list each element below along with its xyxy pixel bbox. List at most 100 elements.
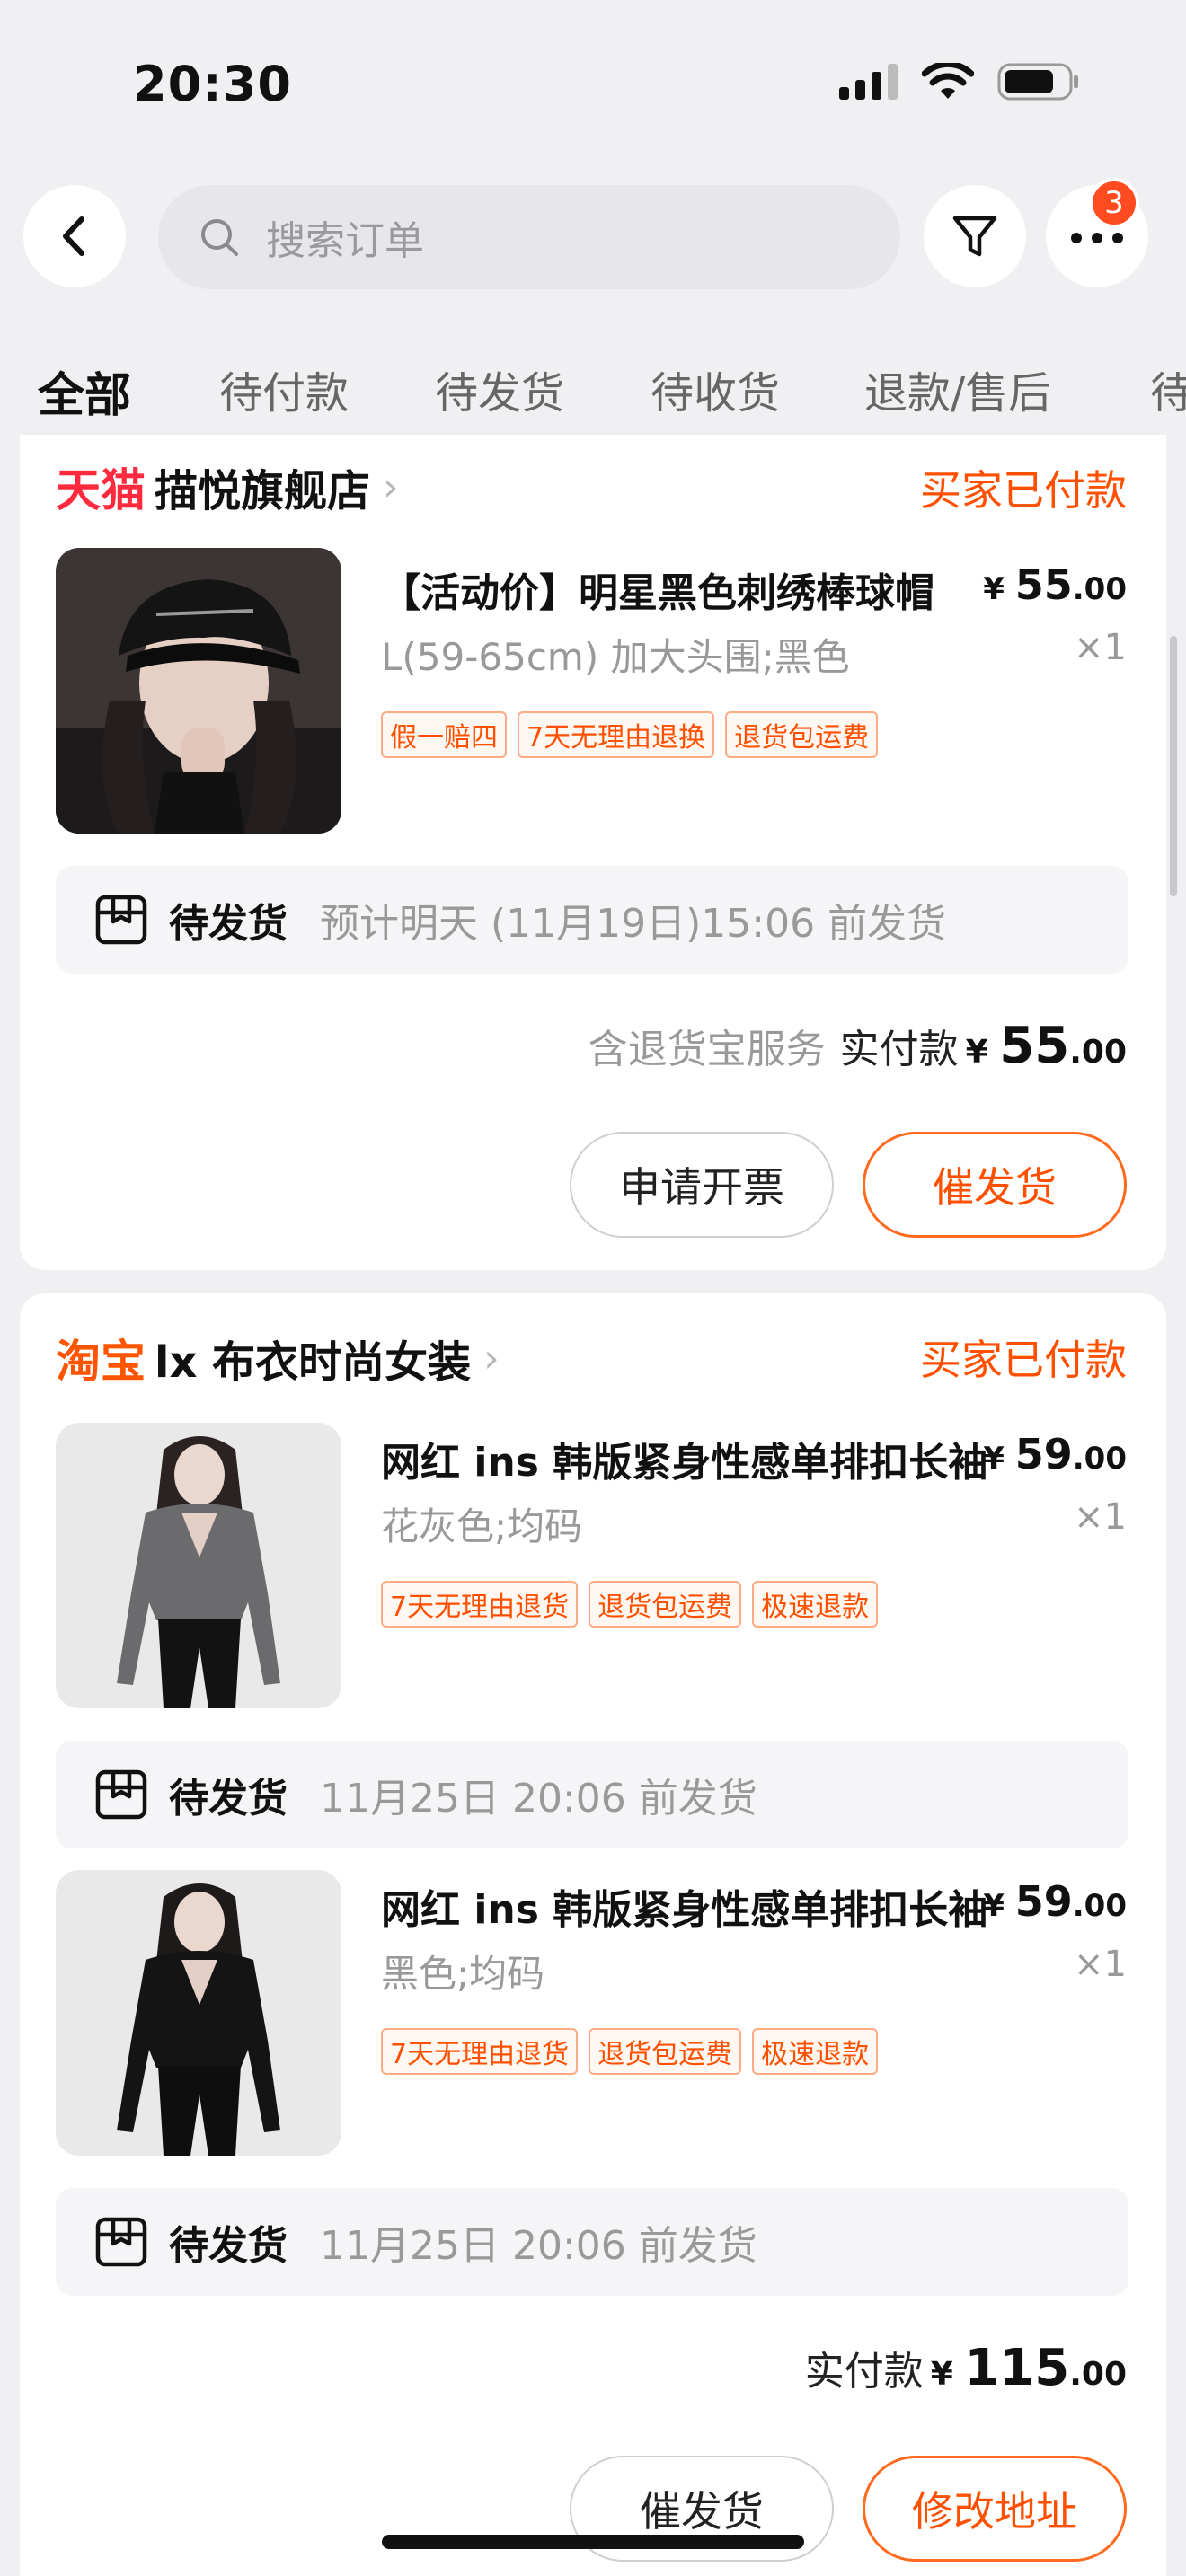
service-tag: 7天无理由退换 xyxy=(518,711,715,758)
service-tag: 7天无理由退货 xyxy=(381,1581,579,1628)
product-price: ¥ 59.00 xyxy=(983,1877,1127,1926)
product-image[interactable] xyxy=(56,1423,341,1708)
shipping-note: 预计明天 (11月19日)15:06 前发货 xyxy=(320,901,947,947)
price-decimal: .00 xyxy=(1072,571,1127,607)
order-card: 淘宝 lx 布衣时尚女装 › 买家已付款 网红 ins 韩版紧身性感单排扣长袖 … xyxy=(20,1293,1166,2576)
package-icon xyxy=(95,1769,147,1820)
payment-summary: 实付款 ¥ 115.00 xyxy=(805,2339,1127,2397)
payment-amount: ¥ 115.00 xyxy=(931,2339,1127,2397)
product-photo-black-top xyxy=(56,1870,341,2156)
payment-symbol: ¥ xyxy=(930,2356,953,2393)
tab-pending-payment[interactable]: 待付款 xyxy=(219,357,349,420)
shipping-status-box[interactable]: 待发货 11月25日 20:06 前发货 xyxy=(56,1741,1128,1848)
taobao-brand-label: 淘宝 xyxy=(56,1336,146,1388)
product-sku: 花灰色;均码 xyxy=(381,1504,583,1548)
price-symbol: ¥ xyxy=(983,571,1005,607)
tab-pending-receipt[interactable]: 待收货 xyxy=(651,357,780,420)
more-icon xyxy=(1071,233,1123,243)
scrollbar[interactable] xyxy=(1170,636,1177,896)
product-quantity: ×1 xyxy=(1074,1944,1127,1985)
product-title[interactable]: 【活动价】明星黑色刺绣棒球帽 xyxy=(381,560,992,618)
filter-icon xyxy=(952,216,997,257)
change-address-button[interactable]: 修改地址 xyxy=(863,2456,1127,2562)
product-title[interactable]: 网红 ins 韩版紧身性感单排扣长袖 xyxy=(381,1430,992,1487)
package-icon xyxy=(95,895,147,945)
service-tag: 极速退款 xyxy=(752,2028,879,2075)
tab-refund[interactable]: 退款/售后 xyxy=(864,357,1051,420)
service-tags: 假一赔四 7天无理由退换 退货包运费 xyxy=(381,711,879,758)
order-card: 天猫 描悦旗舰店 › 买家已付款 【活动价】明星黑色刺绣棒球帽 ¥ 55.00 … xyxy=(20,435,1166,1270)
home-indicator[interactable] xyxy=(382,2535,804,2549)
payment-decimal: .00 xyxy=(1069,2356,1127,2393)
service-tag: 假一赔四 xyxy=(381,711,507,758)
payment-label: 实付款 xyxy=(839,1027,959,1072)
service-tags: 7天无理由退货 退货包运费 极速退款 xyxy=(381,2028,879,2075)
payment-integer: 55 xyxy=(999,1017,1070,1075)
filter-button[interactable] xyxy=(924,185,1026,287)
product-photo-cap xyxy=(56,548,341,834)
shop-name: lx 布衣时尚女装 xyxy=(155,1337,472,1388)
shop-header[interactable]: 淘宝 lx 布衣时尚女装 › xyxy=(56,1326,500,1390)
request-invoice-button[interactable]: 申请开票 xyxy=(570,1132,834,1238)
order-status: 买家已付款 xyxy=(920,1336,1127,1384)
tab-more[interactable]: 待 xyxy=(1150,357,1186,420)
search-input[interactable]: 搜索订单 xyxy=(158,185,900,289)
product-quantity: ×1 xyxy=(1074,627,1127,668)
product-sku: L(59-65cm) 加大头围;黑色 xyxy=(381,635,850,679)
payment-amount: ¥ 55.00 xyxy=(966,1017,1127,1075)
service-tag: 7天无理由退货 xyxy=(381,2028,579,2075)
tab-pending-shipment[interactable]: 待发货 xyxy=(435,357,564,420)
product-photo-gray-top xyxy=(56,1423,341,1708)
product-price: ¥ 59.00 xyxy=(983,1430,1127,1478)
payment-symbol: ¥ xyxy=(965,1034,988,1071)
price-decimal: .00 xyxy=(1072,1441,1127,1477)
service-tag: 退货包运费 xyxy=(589,2028,742,2075)
product-quantity: ×1 xyxy=(1074,1496,1127,1538)
product-sku: 黑色;均码 xyxy=(381,1952,545,1996)
search-placeholder: 搜索订单 xyxy=(266,218,424,264)
urge-shipment-button[interactable]: 催发货 xyxy=(863,1132,1127,1238)
shipping-status-box[interactable]: 待发货 11月25日 20:06 前发货 xyxy=(56,2188,1128,2296)
price-decimal: .00 xyxy=(1072,1888,1127,1924)
service-tag: 极速退款 xyxy=(752,1581,879,1628)
product-image[interactable] xyxy=(56,548,341,834)
shop-header[interactable]: 天猫 描悦旗舰店 › xyxy=(56,454,399,519)
product-title[interactable]: 网红 ins 韩版紧身性感单排扣长袖 xyxy=(381,1877,992,1935)
shipping-status-box[interactable]: 待发货 预计明天 (11月19日)15:06 前发货 xyxy=(56,866,1128,974)
shipping-label: 待发货 xyxy=(169,1776,288,1822)
payment-note: 含退货宝服务 xyxy=(588,1027,826,1072)
shipping-label: 待发货 xyxy=(169,901,288,947)
price-integer: 59 xyxy=(1014,1877,1073,1926)
price-integer: 55 xyxy=(1014,560,1073,609)
shipping-label: 待发货 xyxy=(169,2223,288,2269)
notification-badge: 3 xyxy=(1089,178,1139,228)
battery-icon xyxy=(997,63,1078,101)
tab-all[interactable]: 全部 xyxy=(38,357,131,425)
tmall-brand-label: 天猫 xyxy=(56,464,146,516)
status-icons xyxy=(839,63,1080,101)
payment-integer: 115 xyxy=(964,2339,1070,2397)
status-time: 20:30 xyxy=(133,56,292,112)
payment-summary: 含退货宝服务 实付款 ¥ 55.00 xyxy=(589,1017,1127,1075)
shipping-note: 11月25日 20:06 前发货 xyxy=(320,1776,757,1822)
package-icon xyxy=(95,2217,147,2267)
product-price: ¥ 55.00 xyxy=(983,560,1127,609)
service-tags: 7天无理由退货 退货包运费 极速退款 xyxy=(381,1581,879,1628)
order-status: 买家已付款 xyxy=(920,466,1127,515)
shop-name: 描悦旗舰店 xyxy=(155,466,371,516)
price-symbol: ¥ xyxy=(983,1441,1005,1477)
shipping-note: 11月25日 20:06 前发货 xyxy=(320,2223,757,2269)
signal-icon xyxy=(839,64,898,100)
back-icon xyxy=(63,216,84,256)
product-image[interactable] xyxy=(56,1870,341,2156)
wifi-icon xyxy=(922,63,974,99)
order-tabs: 全部 待付款 待发货 待收货 退款/售后 待 xyxy=(0,357,1186,429)
payment-label: 实付款 xyxy=(804,2349,924,2395)
chevron-right-icon: › xyxy=(483,1335,500,1381)
search-icon xyxy=(201,219,238,256)
service-tag: 退货包运费 xyxy=(589,1581,742,1628)
price-symbol: ¥ xyxy=(983,1888,1005,1924)
back-button[interactable] xyxy=(23,185,126,287)
payment-decimal: .00 xyxy=(1069,1034,1127,1071)
service-tag: 退货包运费 xyxy=(725,711,879,758)
